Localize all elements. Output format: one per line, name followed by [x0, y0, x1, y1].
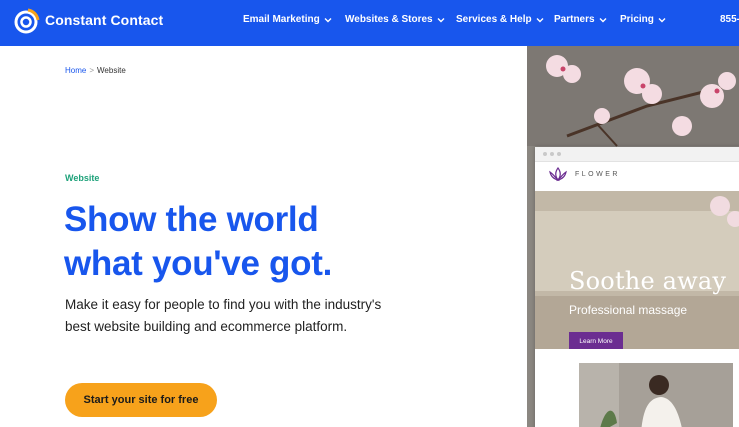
nav-partners[interactable]: Partners — [554, 14, 607, 25]
nav-label: Pricing — [620, 14, 654, 25]
chevron-down-icon — [324, 17, 332, 22]
nav-services-help[interactable]: Services & Help — [456, 14, 544, 25]
top-navigation-bar: Constant Contact Email Marketing Website… — [0, 0, 739, 46]
constant-contact-logo-icon[interactable] — [14, 8, 40, 34]
start-site-button[interactable]: Start your site for free — [65, 383, 217, 417]
lotus-icon — [549, 166, 567, 182]
preview-hero-subtitle: Professional massage — [569, 303, 688, 317]
nav-label: Email Marketing — [243, 14, 320, 25]
site-builder-mockup: FLOWER Soothe away Professional massage … — [535, 147, 739, 427]
nav-label: Partners — [554, 14, 595, 25]
nav-label: Services & Help — [456, 14, 532, 25]
breadcrumb-current: Website — [97, 66, 126, 75]
chevron-down-icon — [658, 17, 666, 22]
section-eyebrow: Website — [65, 173, 100, 183]
chevron-down-icon — [437, 17, 445, 22]
preview-hero-title: Soothe away — [569, 267, 727, 295]
nav-email-marketing[interactable]: Email Marketing — [243, 14, 332, 25]
learn-more-button[interactable]: Learn More — [569, 332, 623, 349]
preview-hero: Soothe away Professional massage Learn M… — [535, 191, 739, 349]
website-preview-panel: FLOWER Soothe away Professional massage … — [527, 46, 739, 427]
hero-subtext: Make it easy for people to find you with… — [65, 297, 382, 334]
page-title: Show the world what you've got. — [64, 198, 424, 286]
nav-pricing[interactable]: Pricing — [620, 14, 666, 25]
breadcrumb: Home > Website — [65, 66, 126, 75]
chevron-down-icon — [599, 17, 607, 22]
breadcrumb-home-link[interactable]: Home — [65, 66, 86, 75]
headline-line-2: what you've got. — [64, 244, 332, 283]
brand-name[interactable]: Constant Contact — [45, 12, 163, 28]
chevron-down-icon — [536, 17, 544, 22]
window-dot — [550, 152, 554, 156]
breadcrumb-separator: > — [89, 66, 95, 75]
mockup-browser-bar — [535, 147, 739, 162]
woman-photo-card — [579, 363, 733, 427]
headline-line-1: Show the world — [64, 200, 319, 239]
nav-label: Websites & Stores — [345, 14, 433, 25]
phone-number-link[interactable]: 855- — [720, 14, 739, 25]
preview-site-name: FLOWER — [575, 171, 620, 178]
window-dot — [557, 152, 561, 156]
window-dot — [543, 152, 547, 156]
nav-websites-stores[interactable]: Websites & Stores — [345, 14, 445, 25]
